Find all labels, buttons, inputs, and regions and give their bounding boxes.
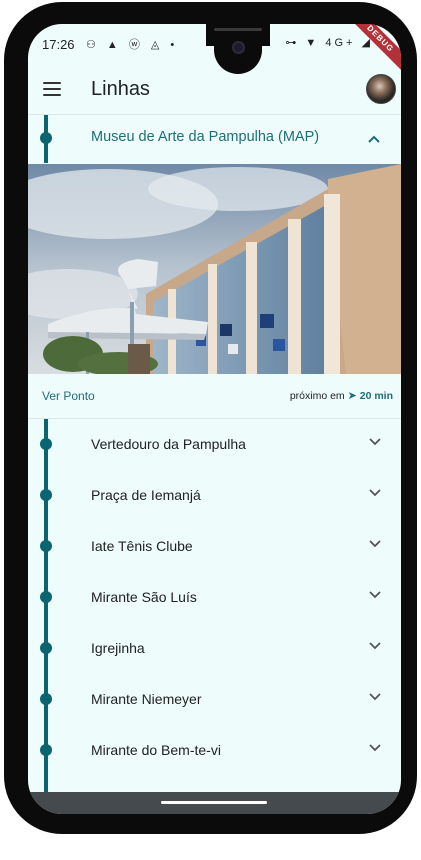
stop-details-footer: Ver Ponto próximo em ➤ 20 min bbox=[28, 374, 401, 419]
chevron-down-icon[interactable] bbox=[369, 486, 381, 500]
system-icons: ⊶ ▼ 4G+ ◢ bbox=[285, 37, 373, 49]
status-time: 17:26 bbox=[42, 37, 75, 52]
stop-dot bbox=[40, 642, 52, 654]
stop-item[interactable]: Mirante do Bem-te-vi bbox=[28, 725, 401, 776]
stop-dot bbox=[40, 438, 52, 450]
stop-name: Iate Tênis Clube bbox=[91, 538, 193, 554]
stop-dot bbox=[40, 744, 52, 756]
stop-item[interactable]: Iate Tênis Clube bbox=[28, 521, 401, 572]
screen: 17:26 ⚇ ▲ ⓦ ◬ • ⊶ ▼ 4G+ ◢ DEBUG Linhas M… bbox=[28, 24, 401, 814]
avatar[interactable] bbox=[366, 74, 396, 104]
chevron-down-icon[interactable] bbox=[369, 690, 381, 704]
page-title: Linhas bbox=[91, 78, 150, 100]
app-bar: Linhas bbox=[28, 66, 401, 115]
next-arrival: próximo em ➤ 20 min bbox=[290, 389, 393, 402]
stop-photo bbox=[28, 164, 401, 374]
view-stop-link[interactable]: Ver Ponto bbox=[42, 389, 95, 403]
power-button bbox=[411, 170, 417, 246]
stop-item[interactable]: Mirante Niemeyer bbox=[28, 674, 401, 725]
chevron-down-icon[interactable] bbox=[369, 588, 381, 602]
stop-dot bbox=[40, 540, 52, 552]
stop-name: Praça de Iemanjá bbox=[91, 487, 201, 503]
chevron-down-icon[interactable] bbox=[369, 741, 381, 755]
stop-item[interactable]: Praça de Iemanjá bbox=[28, 470, 401, 521]
stop-name: Museu de Arte da Pampulha (MAP) bbox=[91, 129, 320, 145]
home-indicator[interactable] bbox=[161, 801, 267, 804]
chevron-down-icon[interactable] bbox=[369, 435, 381, 449]
stop-header-expanded[interactable]: Museu de Arte da Pampulha (MAP) bbox=[28, 115, 401, 163]
stop-dot bbox=[40, 591, 52, 603]
stop-name: Mirante Niemeyer bbox=[91, 691, 202, 707]
front-camera bbox=[232, 41, 245, 54]
stop-item[interactable]: Mirante São Luís bbox=[28, 572, 401, 623]
stop-name: Vertedouro da Pampulha bbox=[91, 436, 246, 452]
notification-icons: ⚇ ▲ ⓦ ◬ • bbox=[86, 39, 179, 51]
menu-icon[interactable] bbox=[43, 82, 61, 98]
stop-name: Mirante São Luís bbox=[91, 589, 197, 605]
next-arrival-time: 20 min bbox=[359, 390, 393, 402]
navigation-arrow-icon: ➤ bbox=[347, 390, 357, 402]
phone-frame: 17:26 ⚇ ▲ ⓦ ◬ • ⊶ ▼ 4G+ ◢ DEBUG Linhas M… bbox=[4, 2, 417, 834]
chevron-down-icon[interactable] bbox=[369, 639, 381, 653]
stop-dot bbox=[40, 693, 52, 705]
volume-up-button bbox=[4, 170, 10, 224]
speaker-grille bbox=[214, 28, 262, 31]
stop-dot bbox=[40, 489, 52, 501]
stop-name: Mirante do Bem-te-vi bbox=[91, 742, 221, 758]
stop-item[interactable]: Vertedouro da Pampulha bbox=[28, 419, 401, 470]
chevron-up-icon[interactable] bbox=[368, 131, 382, 145]
system-nav-bar bbox=[28, 792, 401, 814]
stop-item[interactable]: Igrejinha bbox=[28, 623, 401, 674]
volume-down-button bbox=[4, 242, 10, 296]
stop-name: Igrejinha bbox=[91, 640, 145, 656]
chevron-down-icon[interactable] bbox=[369, 537, 381, 551]
next-arrival-label: próximo em bbox=[289, 390, 345, 402]
